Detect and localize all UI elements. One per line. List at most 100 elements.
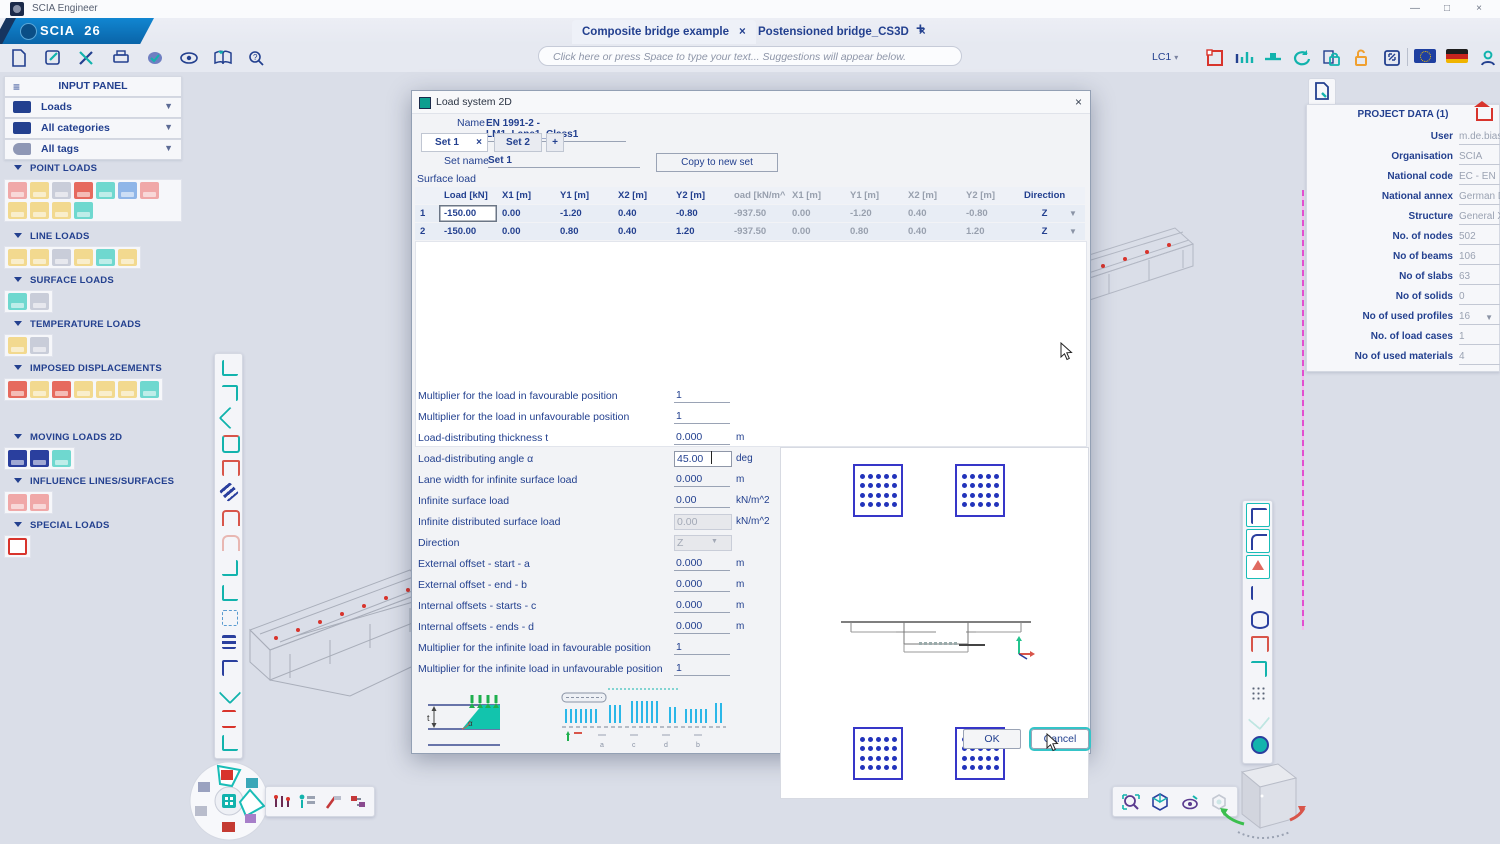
line-load-icon-5[interactable]: [96, 249, 115, 266]
moving-load-icon-1[interactable]: [8, 450, 27, 467]
point-load-icon-6[interactable]: [118, 182, 137, 199]
col-header[interactable]: X1 [m]: [787, 187, 845, 204]
navigation-cube[interactable]: [1212, 752, 1312, 844]
imposed-displacement-icon-7[interactable]: [140, 381, 159, 398]
col-header[interactable]: oad [kN/m^: [729, 187, 787, 204]
ok-button[interactable]: OK: [963, 729, 1021, 749]
member-tool-icon[interactable]: [323, 793, 343, 811]
cell-y1[interactable]: -1.20: [555, 205, 613, 222]
nodes-tool-icon[interactable]: [272, 793, 292, 811]
dot-grid-icon[interactable]: [1246, 681, 1270, 705]
section-line-loads[interactable]: LINE LOADS: [4, 229, 180, 245]
document-tab-postensioned-bridge[interactable]: Postensioned bridge_CS3D×: [758, 20, 926, 44]
curved-member-icon[interactable]: [217, 430, 241, 454]
point-load-icon-8[interactable]: [8, 202, 27, 219]
special-load-icon-1[interactable]: [8, 538, 27, 555]
line-load-icon-1[interactable]: [8, 249, 27, 266]
col-header[interactable]: Y2 [m]: [671, 187, 729, 204]
imposed-displacement-icon-6[interactable]: [118, 381, 137, 398]
hinge-icon[interactable]: [1246, 631, 1270, 655]
section-temperature-loads[interactable]: TEMPERATURE LOADS: [4, 317, 180, 333]
maximize-button[interactable]: □: [1432, 2, 1462, 16]
cell-load[interactable]: -150.00: [439, 205, 497, 222]
multiplier-favourable-input[interactable]: [674, 388, 730, 403]
imposed-displacement-icon-3[interactable]: [52, 381, 71, 398]
cell-direction[interactable]: Z: [1019, 223, 1065, 240]
table-row[interactable]: 2 -150.00 0.00 0.80 0.40 1.20 -937.50 0.…: [415, 223, 1085, 240]
col-header[interactable]: Y1 [m]: [555, 187, 613, 204]
unlock-icon[interactable]: [1350, 48, 1372, 68]
col-header[interactable]: Y1 [m]: [845, 187, 903, 204]
member-1d-icon[interactable]: [1246, 503, 1270, 527]
rib-icon[interactable]: [217, 455, 241, 479]
document-tab-composite-bridge[interactable]: Composite bridge example×: [572, 20, 756, 44]
col-header[interactable]: Direction: [1019, 187, 1065, 204]
external-offset-start-input[interactable]: [674, 556, 730, 571]
curved-beam-icon[interactable]: [1246, 529, 1270, 553]
load-case-selector[interactable]: LC1 ▾: [1152, 51, 1178, 63]
section-point-loads[interactable]: POINT LOADS: [4, 161, 180, 177]
move-node-icon[interactable]: [217, 730, 241, 754]
close-button[interactable]: ×: [1464, 2, 1494, 16]
library-icon[interactable]: [212, 48, 234, 68]
member-end-icon[interactable]: [1246, 656, 1270, 680]
section-imposed-displacements[interactable]: IMPOSED DISPLACEMENTS: [4, 361, 180, 377]
multiplier-infinite-unfavourable-input[interactable]: [674, 661, 730, 676]
set1-tab[interactable]: Set 1: [421, 133, 473, 152]
point-load-icon-11[interactable]: [74, 202, 93, 219]
temperature-load-icon-1[interactable]: [8, 337, 27, 354]
influence-line-icon-2[interactable]: [30, 494, 49, 511]
german-flag-icon[interactable]: [1446, 49, 1468, 63]
arch-icon[interactable]: [217, 530, 241, 554]
activity-frame-icon[interactable]: [1204, 48, 1226, 68]
set-name-input[interactable]: Set 1: [488, 155, 640, 168]
align-nodes-icon[interactable]: [217, 605, 241, 629]
internal-offset-end-input[interactable]: [674, 619, 730, 634]
cell-direction[interactable]: Z: [1019, 205, 1065, 222]
col-header[interactable]: X1 [m]: [497, 187, 555, 204]
intersection-icon[interactable]: [217, 580, 241, 604]
load-distributing-angle-input[interactable]: [674, 451, 732, 467]
dialog-close-icon[interactable]: ×: [1075, 95, 1082, 109]
new-project-icon[interactable]: [8, 48, 30, 68]
section-moving-loads-2d[interactable]: MOVING LOADS 2D: [4, 430, 180, 446]
help-search-icon[interactable]: ?: [246, 48, 268, 68]
minimize-button[interactable]: —: [1400, 2, 1430, 16]
view-cube-icon[interactable]: [1149, 792, 1171, 812]
surface-load-icon-2[interactable]: [30, 293, 49, 310]
print-icon[interactable]: [110, 48, 132, 68]
edit-icon[interactable]: [42, 48, 64, 68]
new-tab-button[interactable]: +: [916, 20, 925, 37]
chevron-down-icon[interactable]: ▼: [1065, 223, 1081, 240]
user-account-icon[interactable]: [1476, 48, 1498, 68]
cell-x1[interactable]: 0.00: [497, 205, 555, 222]
col-header[interactable]: Y2 [m]: [961, 187, 1019, 204]
imposed-displacement-icon-1[interactable]: [8, 381, 27, 398]
expand-view-icon[interactable]: [1381, 48, 1403, 68]
multiplier-unfavourable-input[interactable]: [674, 409, 730, 424]
visibility-settings-icon[interactable]: [1179, 792, 1201, 812]
layers-icon[interactable]: [217, 630, 241, 654]
filter-categories[interactable]: All categories ▼: [4, 118, 182, 139]
cell-x1[interactable]: 0.00: [497, 223, 555, 240]
external-offset-end-input[interactable]: [674, 577, 730, 592]
col-header[interactable]: X2 [m]: [903, 187, 961, 204]
table-row[interactable]: 1 -150.00 0.00 -1.20 0.40 -0.80 -937.50 …: [415, 205, 1085, 222]
results-icon[interactable]: [1233, 48, 1255, 68]
database-layers-icon[interactable]: [1246, 606, 1270, 630]
col-header[interactable]: Load [kN]: [439, 187, 497, 204]
moving-load-icon-3[interactable]: [52, 450, 71, 467]
section-influence-lines[interactable]: INFLUENCE LINES/SURFACES: [4, 474, 180, 490]
point-load-icon-1[interactable]: [8, 182, 27, 199]
zoom-selection-icon[interactable]: [1120, 792, 1142, 812]
tools-icon[interactable]: [76, 48, 98, 68]
lane-width-input[interactable]: [674, 472, 730, 487]
add-set-tab[interactable]: +: [546, 133, 564, 152]
chevron-down-icon[interactable]: ▼: [1065, 205, 1081, 222]
filter-loads[interactable]: Loads ▼: [4, 97, 182, 118]
profile-tool-icon[interactable]: [348, 793, 368, 811]
text-tool-icon[interactable]: [217, 655, 241, 679]
support-icon[interactable]: [1246, 555, 1270, 579]
delete-icon[interactable]: [217, 705, 241, 729]
line-support-icon[interactable]: [217, 380, 241, 404]
